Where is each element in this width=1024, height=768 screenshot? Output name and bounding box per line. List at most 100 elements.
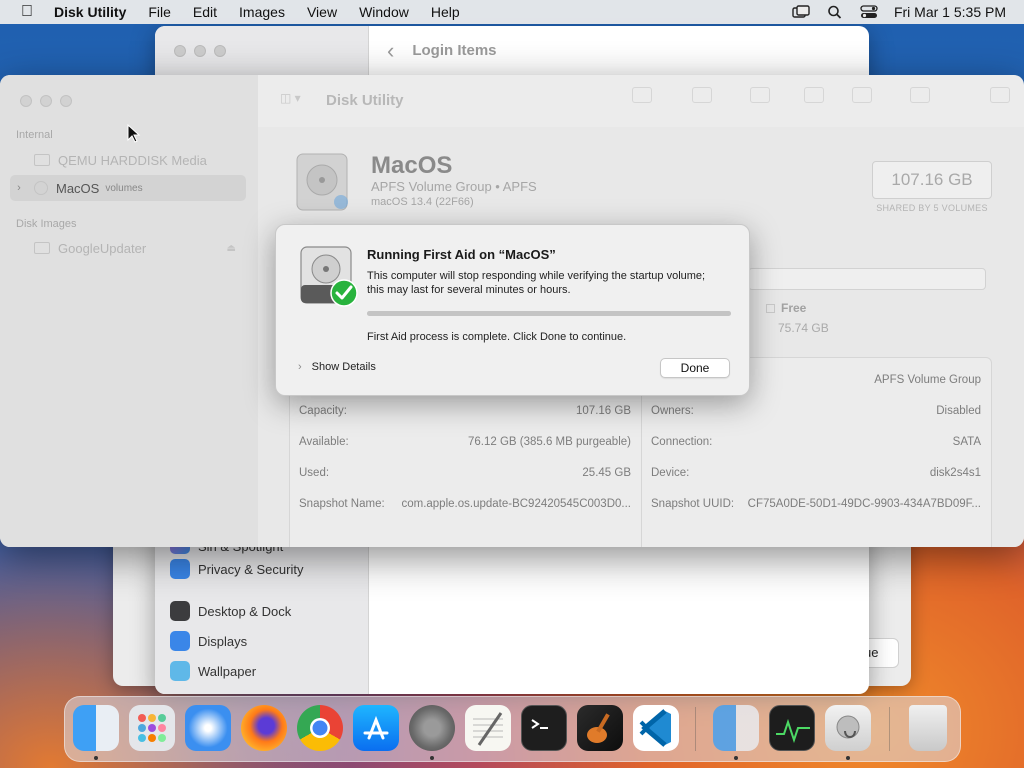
info-label: Available: bbox=[299, 436, 349, 448]
sidebar-item-displays[interactable]: Displays bbox=[155, 626, 369, 656]
sidebar-item-macos[interactable]: › MacOS volumes bbox=[10, 175, 246, 201]
menu-window[interactable]: Window bbox=[348, 4, 420, 20]
volume-drive-icon bbox=[296, 153, 348, 211]
disclosure-chevron-icon[interactable]: › bbox=[10, 182, 28, 194]
finder-window-icon[interactable] bbox=[713, 705, 759, 751]
free-swatch-icon bbox=[766, 304, 775, 314]
launchpad-icon[interactable] bbox=[129, 705, 175, 751]
vscode-icon[interactable] bbox=[633, 705, 679, 751]
info-row-owners: Owners: Disabled bbox=[651, 405, 981, 421]
control-center-icon[interactable] bbox=[860, 5, 878, 19]
textedit-icon[interactable] bbox=[465, 705, 511, 751]
garageband-icon[interactable] bbox=[577, 705, 623, 751]
info-label: Snapshot UUID: bbox=[651, 498, 735, 510]
show-details-toggle[interactable]: › Show Details bbox=[298, 361, 376, 373]
section-internal: Internal bbox=[16, 129, 53, 141]
sidebar-item-label: MacOS bbox=[56, 180, 100, 196]
menu-help[interactable]: Help bbox=[420, 4, 471, 20]
sidebar-item-label: GoogleUpdater bbox=[58, 240, 147, 256]
info-row-connection: Connection: SATA bbox=[651, 436, 981, 452]
info-value: com.apple.os.update-BC92420545C003D0... bbox=[401, 498, 631, 510]
info-label: Owners: bbox=[651, 405, 694, 417]
dialog-message: This computer will stop responding while… bbox=[367, 270, 706, 296]
dialog-title: Running First Aid on “MacOS” bbox=[367, 247, 556, 262]
menu-view[interactable]: View bbox=[296, 4, 348, 20]
sidebar-item-desktop-dock[interactable]: Desktop & Dock bbox=[155, 596, 369, 626]
menu-edit[interactable]: Edit bbox=[182, 4, 228, 20]
view-menu-icon[interactable]: ◫ ▾ bbox=[280, 91, 301, 105]
minimize-button[interactable] bbox=[40, 95, 52, 107]
chevron-right-icon: › bbox=[298, 361, 302, 373]
volume-add-remove-icon[interactable] bbox=[616, 87, 668, 109]
close-button[interactable] bbox=[20, 95, 32, 107]
eject-icon[interactable]: ⏏ bbox=[227, 243, 236, 254]
zoom-button[interactable] bbox=[60, 95, 72, 107]
info-row-available: Available: 76.12 GB (385.6 MB purgeable) bbox=[299, 436, 631, 452]
volume-size: 107.16 GB bbox=[872, 161, 992, 199]
chrome-icon[interactable] bbox=[297, 705, 343, 751]
settings-sidebar-list: Siri & Spotlight Privacy & Security Desk… bbox=[155, 534, 369, 686]
menu-app-name[interactable]: Disk Utility bbox=[54, 4, 137, 20]
du-toolbar: ◫ ▾ Disk Utility bbox=[258, 75, 1024, 127]
settings-titlebar: ‹ Login Items bbox=[369, 26, 869, 76]
info-label: Device: bbox=[651, 467, 690, 479]
info-value: SATA bbox=[952, 436, 981, 448]
finder-icon[interactable] bbox=[73, 705, 119, 751]
dock bbox=[64, 696, 961, 762]
dock-icon bbox=[170, 601, 190, 621]
erase-icon[interactable] bbox=[788, 87, 840, 109]
shared-volumes-label: SHARED BY 5 VOLUMES bbox=[876, 203, 988, 213]
info-label: Used: bbox=[299, 467, 330, 479]
activity-monitor-icon[interactable] bbox=[769, 705, 815, 751]
first-aid-dialog: Running First Aid on “MacOS” This comput… bbox=[275, 224, 750, 396]
screen-mirroring-icon[interactable] bbox=[792, 5, 810, 19]
done-button[interactable]: Done bbox=[660, 358, 730, 378]
dialog-status: First Aid process is complete. Click Don… bbox=[367, 331, 627, 343]
volume-stack-icon bbox=[34, 181, 48, 195]
sidebar-item-label: QEMU HARDDISK Media bbox=[58, 152, 207, 168]
sidebar-item-sublabel: volumes bbox=[105, 182, 143, 194]
progress-fill bbox=[367, 311, 731, 316]
first-aid-progress-bar bbox=[367, 311, 731, 316]
partition-icon[interactable] bbox=[734, 87, 786, 109]
back-chevron-icon[interactable]: ‹ bbox=[387, 38, 394, 64]
du-traffic-lights bbox=[20, 95, 72, 107]
disk-utility-icon[interactable] bbox=[825, 705, 871, 751]
safari-icon[interactable] bbox=[185, 705, 231, 751]
terminal-icon[interactable] bbox=[521, 705, 567, 751]
menu-file[interactable]: File bbox=[137, 4, 182, 20]
disk-utility-sidebar: Internal QEMU HARDDISK Media › MacOS vol… bbox=[0, 75, 258, 547]
apple-menu-icon[interactable]:  bbox=[0, 3, 54, 21]
volume-type: APFS Volume Group • APFS bbox=[371, 179, 537, 194]
info-label: Capacity: bbox=[299, 405, 347, 417]
menu-clock[interactable]: Fri Mar 1 5:35 PM bbox=[894, 4, 1006, 20]
sidebar-item-googleupdater[interactable]: GoogleUpdater ⏏ bbox=[10, 235, 246, 261]
hand-icon bbox=[170, 559, 190, 579]
spotlight-search-icon[interactable] bbox=[826, 5, 844, 19]
sun-icon bbox=[170, 631, 190, 651]
menu-images[interactable]: Images bbox=[228, 4, 296, 20]
free-label: Free bbox=[781, 301, 807, 315]
minimize-button[interactable] bbox=[194, 45, 206, 57]
sidebar-item-qemu-disk[interactable]: QEMU HARDDISK Media bbox=[10, 147, 246, 173]
firefox-icon[interactable] bbox=[241, 705, 287, 751]
trash-icon[interactable] bbox=[909, 705, 947, 751]
close-button[interactable] bbox=[174, 45, 186, 57]
first-aid-icon[interactable] bbox=[676, 87, 728, 109]
volume-name: MacOS bbox=[371, 152, 453, 179]
free-value: 75.74 GB bbox=[778, 321, 829, 335]
app-store-icon[interactable] bbox=[353, 705, 399, 751]
system-settings-icon[interactable] bbox=[409, 705, 455, 751]
sidebar-item-privacy-security[interactable]: Privacy & Security bbox=[155, 554, 369, 584]
unmount-icon[interactable] bbox=[894, 87, 946, 109]
usage-bar bbox=[748, 268, 986, 290]
info-label: Connection: bbox=[651, 436, 713, 448]
info-icon[interactable] bbox=[974, 87, 1024, 109]
info-value: 107.16 GB bbox=[576, 405, 631, 417]
zoom-button[interactable] bbox=[214, 45, 226, 57]
restore-icon[interactable] bbox=[836, 87, 888, 109]
info-row-device: Device: disk2s4s1 bbox=[651, 467, 981, 483]
sidebar-item-label: Displays bbox=[198, 633, 248, 649]
sidebar-item-wallpaper[interactable]: Wallpaper bbox=[155, 656, 369, 686]
window-title: Disk Utility bbox=[326, 92, 404, 109]
